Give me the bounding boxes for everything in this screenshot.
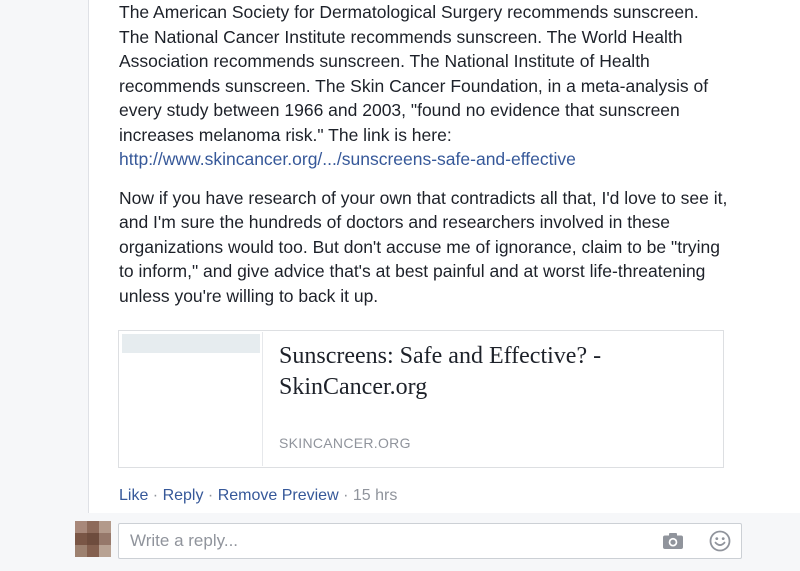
preview-title[interactable]: Sunscreens: Safe and Effective? - SkinCa… bbox=[279, 341, 709, 403]
comment-link[interactable]: http://www.skincancer.org/.../sunscreens… bbox=[119, 149, 576, 169]
comment-paragraph-2: Now if you have research of your own tha… bbox=[119, 187, 728, 306]
reply-input[interactable]: Write a reply... bbox=[118, 523, 742, 559]
thumbnail-table-graphic bbox=[122, 334, 260, 353]
preview-thumbnail[interactable] bbox=[120, 332, 263, 466]
reply-placeholder: Write a reply... bbox=[130, 531, 239, 550]
like-link[interactable]: Like bbox=[119, 487, 148, 504]
remove-preview-link[interactable]: Remove Preview bbox=[218, 487, 339, 504]
reply-row: Write a reply... bbox=[0, 513, 800, 571]
action-separator: · bbox=[203, 487, 218, 504]
comment-paragraph-1: The American Society for Dermatological … bbox=[119, 0, 729, 172]
comment-actions: Like · Reply · Remove Preview · 15 hrs bbox=[119, 485, 397, 507]
comment-body: The American Society for Dermatological … bbox=[119, 0, 729, 308]
link-preview-card[interactable]: Sunscreens: Safe and Effective? - SkinCa… bbox=[118, 330, 724, 468]
timestamp[interactable]: 15 hrs bbox=[353, 487, 397, 504]
smiley-icon[interactable] bbox=[709, 530, 731, 552]
action-separator: · bbox=[338, 487, 353, 504]
avatar[interactable] bbox=[75, 521, 111, 557]
camera-icon[interactable] bbox=[662, 532, 684, 550]
reply-link[interactable]: Reply bbox=[163, 487, 204, 504]
preview-domain: SKINCANCER.ORG bbox=[279, 435, 411, 451]
action-separator: · bbox=[148, 487, 163, 504]
comment-paragraph-1-text: The American Society for Dermatological … bbox=[119, 2, 709, 145]
